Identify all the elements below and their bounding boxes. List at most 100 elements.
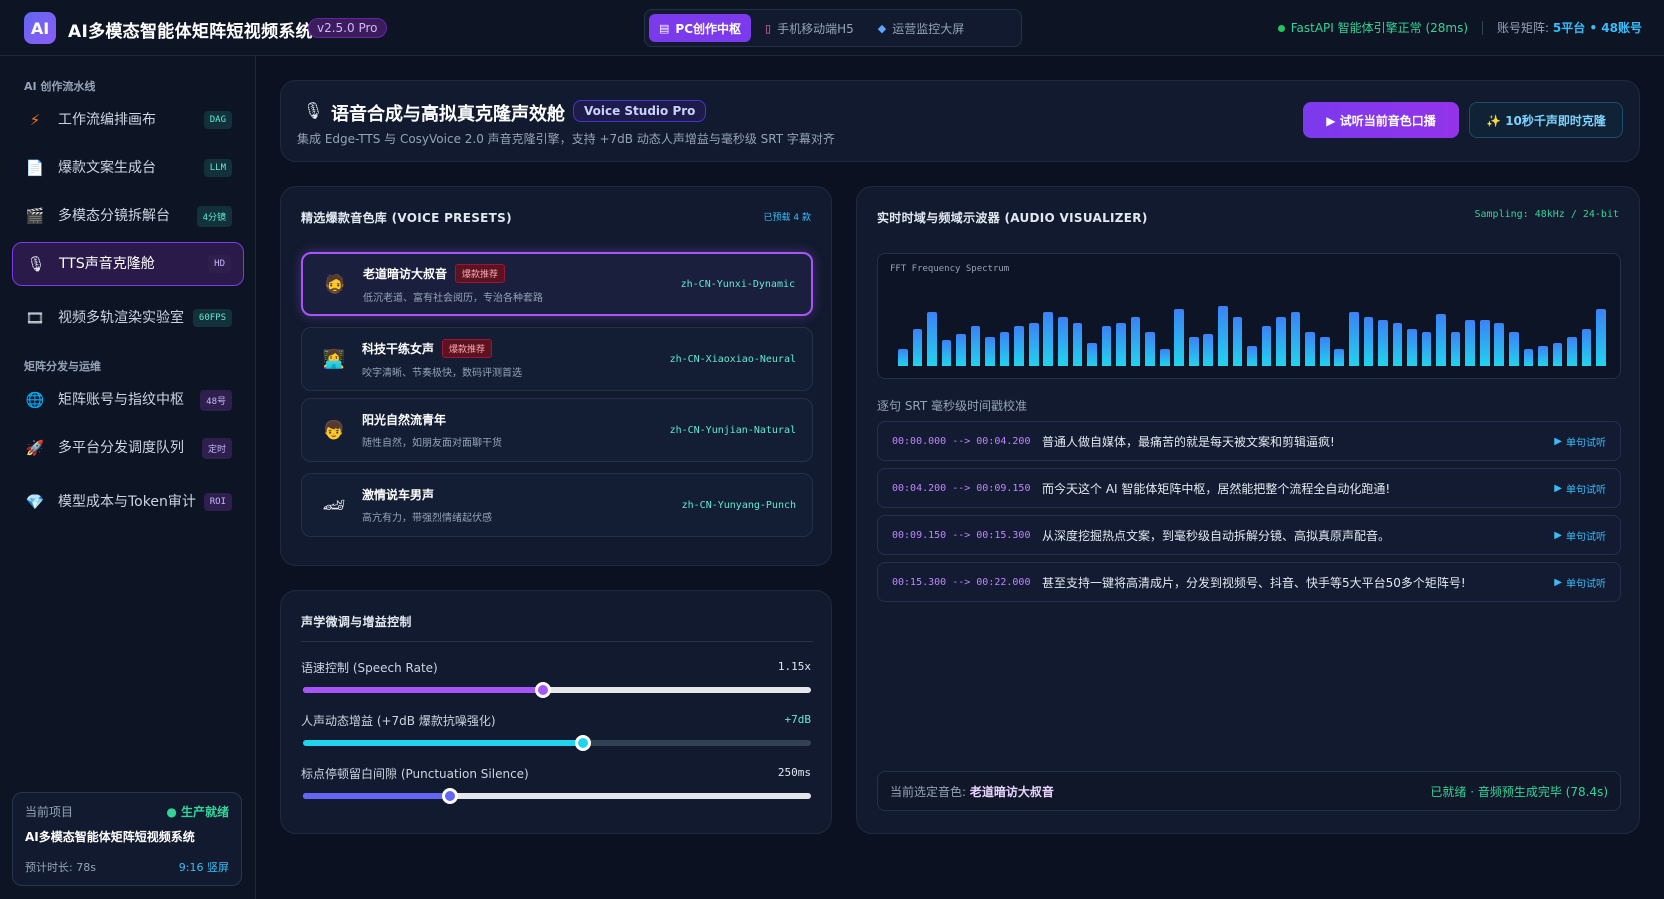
- spectrum-bar: [1479, 320, 1490, 366]
- sidebar: AI 创作流水线 ⚡ 工作流编排画布 DAG 📄 爆款文案生成台 LLM 🎬 多…: [0, 56, 256, 899]
- sidebar-item-render[interactable]: 🎞 视频多轨渲染实验室 60FPS: [12, 290, 244, 346]
- spectrum-bar: [1465, 320, 1475, 366]
- vocal-gain-value: +7dB: [784, 713, 812, 726]
- spectrum-bar: [927, 312, 937, 366]
- sidebar-section-distribution: 矩阵分发与运维: [24, 360, 101, 373]
- gem-icon: 💎: [25, 493, 45, 511]
- engine-status: FastAPI 智能体引擎正常 (28ms): [1277, 19, 1468, 36]
- spectrum-bar: [1450, 332, 1461, 366]
- acoustic-control-panel: 声学微调与增益控制 语速控制 (Speech Rate) 1.15x 人声动态增…: [280, 590, 832, 834]
- srt-timestamp: 00:00.000 --> 00:04.200: [892, 435, 1031, 447]
- clapper-icon: 🎬: [25, 207, 45, 225]
- version-badge: v2.5.0 Pro: [308, 18, 387, 38]
- matrix-value: 5平台 • 48账号: [1552, 21, 1642, 35]
- app-title: AI多模态智能体矩阵短视频系统: [68, 22, 313, 42]
- srt-row: 00:00.000 --> 00:04.200 普通人做自媒体，最痛苦的就是每天…: [877, 421, 1621, 461]
- spectrum-bar: [1421, 332, 1432, 366]
- sidebar-item-dispatch[interactable]: 🚀 多平台分发调度队列 定时: [12, 426, 244, 470]
- avatar-icon: 👦: [322, 419, 346, 441]
- spectrum-bar: [1581, 329, 1592, 366]
- sidebar-item-label: 多平台分发调度队列: [58, 439, 184, 456]
- shield-icon: ◆: [877, 21, 887, 35]
- spectrum-bar: [1232, 317, 1243, 366]
- voice-card-xiaoxiao[interactable]: 👩‍💻 科技干练女声 爆款推荐 咬字清晰、节奏极快，数码评测首选 zh-CN-Xi…: [301, 327, 813, 391]
- spectrum-bar: [1567, 337, 1577, 366]
- srt-text: 从深度挖掘热点文案，到毫秒级自动拆解分镜、高拟真原声配音。: [1042, 528, 1391, 543]
- sidebar-item-storyboard[interactable]: 🎬 多模态分镜拆解台 4分镜: [12, 194, 244, 238]
- current-project-card: 当前项目 ● 生产就绪 AI多模态智能体矩阵短视频系统 预计时长: 78s 9:…: [12, 792, 242, 886]
- spectrum-bar: [1058, 317, 1068, 366]
- srt-timestamp: 00:04.200 --> 00:09.150: [892, 482, 1031, 494]
- spectrum-bar: [1363, 317, 1374, 366]
- sidebar-item-copywriting[interactable]: 📄 爆款文案生成台 LLM: [12, 146, 244, 190]
- spectrum-bar: [1290, 312, 1301, 366]
- sentence-preview-button[interactable]: ▶ 单句试听: [1554, 575, 1606, 590]
- sidebar-badge: HD: [208, 255, 231, 273]
- sidebar-badge: 60FPS: [192, 309, 232, 327]
- sidebar-badge: 定时: [201, 437, 232, 459]
- tab-ops-dashboard[interactable]: ◆ 运营监控大屏: [868, 14, 974, 42]
- voice-card-yunjian[interactable]: 👦 阳光自然流青年 随性自然，如朋友面对面聊干货 zh-CN-Yunjian-N…: [301, 398, 813, 462]
- voice-description: 随性自然，如朋友面对面聊干货: [362, 438, 502, 449]
- srt-text: 普通人做自媒体，最痛苦的就是每天被文案和剪辑逼疯!: [1042, 434, 1335, 449]
- document-icon: 📄: [25, 159, 45, 177]
- slider-knob[interactable]: [534, 682, 551, 698]
- spectrum-bar: [1276, 317, 1286, 366]
- spectrum-bar: [1305, 332, 1315, 366]
- page-subtitle: 集成 Edge-TTS 与 CosyVoice 2.0 声音克隆引擎，支持 +7…: [297, 132, 835, 146]
- sidebar-item-workflow[interactable]: ⚡ 工作流编排画布 DAG: [12, 98, 244, 142]
- sidebar-item-label: 爆款文案生成台: [58, 159, 156, 176]
- spectrum-label: FFT Frequency Spectrum: [890, 264, 1010, 274]
- sentence-preview-label: 单句试听: [1566, 437, 1606, 449]
- srt-row: 00:09.150 --> 00:15.300 从深度挖掘热点文案，到毫秒级自动…: [877, 515, 1621, 555]
- voice-card-yunyang[interactable]: 🏎 激情说车男声 高亢有力，带强烈情绪起伏感 zh-CN-Yunyang-Pun…: [301, 473, 813, 537]
- avatar-icon: 👩‍💻: [322, 348, 346, 370]
- avatar-icon: 🧔: [323, 273, 347, 295]
- sidebar-badge: DAG: [203, 111, 232, 129]
- divider: [1482, 20, 1484, 35]
- sidebar-item-label: 模型成本与Token审计: [58, 493, 196, 510]
- punctuation-silence-slider[interactable]: [303, 788, 811, 804]
- divider: [301, 641, 813, 642]
- vocal-gain-slider[interactable]: [303, 735, 811, 751]
- voice-card-yunxi[interactable]: 🧔 老道暗访大叔音 爆款推荐 低沉老道、富有社会阅历，专治各种套路 zh-CN-Y…: [301, 252, 813, 316]
- spectrum-bar: [999, 332, 1010, 366]
- sidebar-section-pipeline: AI 创作流水线: [24, 80, 96, 93]
- tab-pc-hub[interactable]: ▤ PC创作中枢: [649, 14, 752, 42]
- spectrum-bar: [1538, 346, 1548, 366]
- voice-status-bar: 当前选定音色: 老道暗访大叔音 已就绪 · 音频预生成完毕 (78.4s): [877, 771, 1621, 811]
- sidebar-badge: ROI: [203, 493, 232, 511]
- sentence-preview-button[interactable]: ▶ 单句试听: [1554, 434, 1606, 449]
- sentence-preview-button[interactable]: ▶ 单句试听: [1554, 481, 1606, 496]
- spectrum-bar: [1319, 337, 1330, 366]
- sentence-preview-button[interactable]: ▶ 单句试听: [1554, 528, 1606, 543]
- play-icon: ▶: [1554, 529, 1562, 541]
- spectrum-box: FFT Frequency Spectrum: [877, 253, 1621, 379]
- page-title: 语音合成与高拟真克隆声效舱: [331, 104, 565, 125]
- spectrum-bar: [898, 349, 908, 366]
- srt-title: 逐句 SRT 毫秒级时间戳校准: [877, 399, 1028, 413]
- sidebar-item-tts[interactable]: 🎙 TTS声音克隆舱 HD: [12, 242, 244, 286]
- spectrum-bar: [1523, 349, 1534, 366]
- matrix-label: 账号矩阵:: [1497, 21, 1550, 35]
- tab-mobile-h5[interactable]: ▯ 手机移动端H5: [755, 14, 864, 42]
- lightning-icon: ⚡: [29, 111, 41, 129]
- slider-fill: [303, 740, 583, 746]
- selected-voice-label: 当前选定音色:: [890, 784, 967, 799]
- project-duration: 预计时长: 78s: [25, 861, 96, 874]
- spectrum-bar: [912, 329, 923, 366]
- voice-presets-count: 已预载 4 款: [763, 213, 811, 223]
- spectrum-bar: [1552, 343, 1563, 366]
- instant-clone-button[interactable]: ✨ 10秒千声即时克隆: [1469, 102, 1623, 138]
- slider-knob[interactable]: [441, 788, 458, 804]
- preview-voice-button[interactable]: ▶ 试听当前音色口播: [1303, 102, 1459, 138]
- play-icon: ▶: [1554, 435, 1562, 447]
- microphone-icon: 🎙: [303, 101, 324, 120]
- sidebar-item-accounts[interactable]: 🌐 矩阵账号与指纹中枢 48号: [12, 378, 244, 422]
- slider-knob[interactable]: [574, 735, 591, 751]
- sidebar-badge: 4分镜: [196, 205, 232, 227]
- film-icon: 🎞: [25, 309, 45, 327]
- spectrum-bar: [1218, 306, 1228, 366]
- sidebar-item-cost-audit[interactable]: 💎 模型成本与Token审计 ROI: [12, 474, 244, 530]
- speech-rate-slider[interactable]: [303, 682, 811, 698]
